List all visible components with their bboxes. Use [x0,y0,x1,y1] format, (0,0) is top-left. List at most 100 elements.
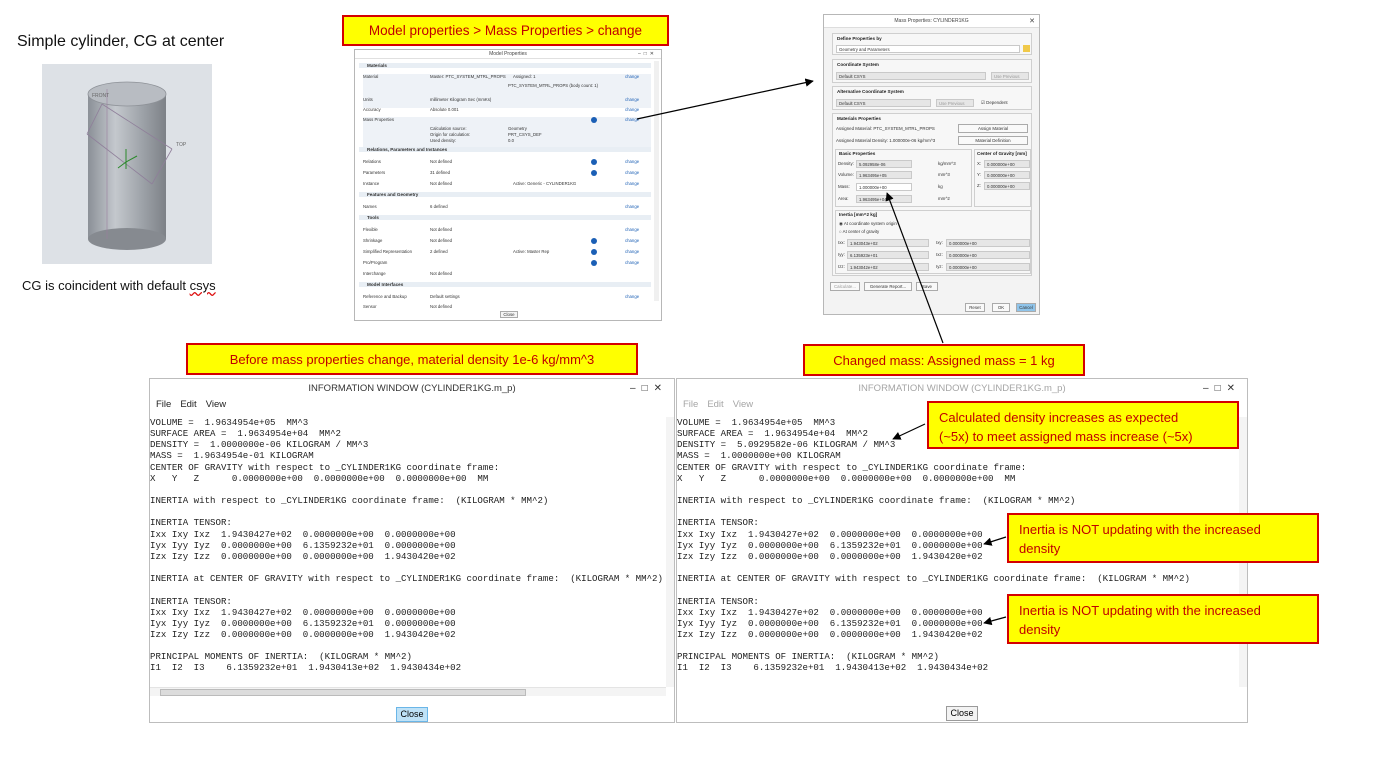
window-controls[interactable]: –□✕ [1203,379,1241,399]
units-value: millimeter Kilogram Sec (mmKs) [430,97,492,102]
section-materials-label: Materials [367,63,387,68]
alt-csys-use-previous[interactable]: Use Previous [936,99,974,107]
horizontal-scrollbar[interactable] [150,687,666,696]
generate-report-button[interactable]: Generate Report... [864,282,912,291]
instance-change-link[interactable]: change [625,181,639,186]
parameters-change-link[interactable]: change [625,170,639,175]
help-icon[interactable] [591,117,597,123]
calculate-button[interactable]: Calculate... [830,282,860,291]
cancel-button[interactable]: Cancel [1016,303,1036,312]
section-tools[interactable]: Tools [359,215,651,220]
close-button[interactable]: Close [946,706,978,721]
density-field[interactable]: 5.092958e-06 [856,160,912,168]
section-tools-label: Tools [367,215,379,220]
accuracy-label: Accuracy [363,107,381,112]
save-dropdown[interactable]: Save [916,282,938,291]
window-controls[interactable]: –□✕ [638,50,657,59]
define-by-select[interactable]: Geometry and Parameters [836,45,1020,53]
accuracy-change-link[interactable]: change [625,107,639,112]
assign-material-button[interactable]: Assign Material [958,124,1028,133]
names-change-link[interactable]: change [625,204,639,209]
dependent-checkbox[interactable]: ☑ Dependent [981,100,1008,106]
cg-z-field[interactable]: 0.000000e+00 [984,182,1030,190]
vertical-scrollbar[interactable] [666,417,674,687]
mass-properties-change-link[interactable]: change [625,117,639,122]
simplified-change-link[interactable]: change [625,249,639,254]
help-icon[interactable] [591,238,597,244]
ixx-field[interactable]: 1.943043e+02 [847,239,929,247]
proprogram-label: Pro/Program [363,260,388,265]
menu-edit[interactable]: Edit [707,399,723,410]
csys-field[interactable]: Default CSYS [836,72,986,80]
folder-icon[interactable] [1023,45,1030,52]
info-line: INERTIA at CENTER OF GRAVITY with respec… [677,573,1190,585]
section-materials[interactable]: Materials [359,63,651,68]
material-extra: Assigned: 1 [513,74,536,79]
shrinkage-label: Shrinkage [363,238,383,243]
window-controls[interactable]: –□✕ [630,379,668,399]
close-button[interactable]: Close [396,707,428,722]
cylinder-heading: Simple cylinder, CG at center [17,33,225,50]
help-icon[interactable] [591,170,597,176]
iyy-field[interactable]: 6.135923e+01 [847,251,929,259]
iyz-field[interactable]: 0.000000e+00 [946,263,1030,271]
material-label: Material [363,74,379,79]
assigned-density: Assigned Material Density: 1.000000e-06 … [836,138,935,143]
cylinder-caption: CG is coincident with default csys [22,278,216,293]
section-interfaces[interactable]: Model Interfaces [359,282,651,287]
menu-view[interactable]: View [733,399,753,410]
volume-field[interactable]: 1.963495e+05 [856,171,912,179]
material-change-link[interactable]: change [625,74,639,79]
close-icon[interactable]: ✕ [1029,15,1035,28]
units-change-link[interactable]: change [625,97,639,102]
csys-use-previous[interactable]: Use Previous [991,72,1029,80]
ixy-field[interactable]: 0.000000e+00 [946,239,1030,247]
help-icon[interactable] [591,159,597,165]
info-window-titlebar: INFORMATION WINDOW (CYLINDER1KG.m_p) –□✕ [677,379,1247,399]
cg-y-field[interactable]: 0.000000e+00 [984,171,1030,179]
radio-csys-origin[interactable]: ◉ At coordinate system origin [839,221,897,227]
info-line: SURFACE AREA = 1.9634954e+04 MM^2 [150,428,341,440]
ixz-field[interactable]: 0.000000e+00 [946,251,1030,259]
materials-group: Materials Properties Assigned Material: … [832,113,1032,276]
info-window-titlebar: INFORMATION WINDOW (CYLINDER1KG.m_p) –□✕ [150,379,674,399]
close-button[interactable]: Close [500,311,518,318]
menu-file[interactable]: File [156,399,171,410]
reset-button[interactable]: Reset [965,303,985,312]
info-line: INERTIA TENSOR: [150,595,232,607]
menu-file[interactable]: File [683,399,698,410]
relations-change-link[interactable]: change [625,159,639,164]
izz-field[interactable]: 1.943042e+02 [847,263,929,271]
section-relations[interactable]: Relations, Parameters and Instances [359,147,651,152]
sensor-value: Not defined [430,304,452,309]
section-features[interactable]: Features and Geometry [359,192,651,197]
ixx-label: Ixx: [838,240,845,245]
area-field[interactable]: 1.963495e+04 [856,195,912,203]
info-line: INERTIA TENSOR: [150,517,232,529]
flexible-change-link[interactable]: change [625,227,639,232]
help-icon[interactable] [591,260,597,266]
arrow-to-mass-dialog [636,78,814,120]
scroll-thumb[interactable] [160,689,526,696]
help-icon[interactable] [591,249,597,255]
menu-view[interactable]: View [206,399,226,410]
mass-field[interactable]: 1.000000e+00 [856,183,912,191]
cg-group: Center of Gravity [mm] X: 0.000000e+00 Y… [974,149,1031,207]
shrinkage-change-link[interactable]: change [625,238,639,243]
alt-csys-field[interactable]: Default CSYS [836,99,931,107]
instance-value: Not defined [430,181,452,186]
info-line: Ixx Ixy Ixz 1.9430427e+02 0.0000000e+00 … [150,606,456,618]
section-relations-label: Relations, Parameters and Instances [367,147,448,152]
cg-x-field[interactable]: 0.000000e+00 [984,160,1030,168]
proprogram-change-link[interactable]: change [625,260,639,265]
inertia-2-line1: Inertia is NOT updating with the increas… [1019,603,1261,618]
material-definition-button[interactable]: Material Definition [958,136,1028,145]
materials-label: Materials Properties [837,116,881,121]
info-text-area[interactable]: VOLUME = 1.9634954e+05 MM^3 SURFACE AREA … [150,417,666,685]
radio-center-gravity[interactable]: ○ At center of gravity [839,229,879,234]
radio-csys-label: At coordinate system origin [843,221,897,226]
reference-change-link[interactable]: change [625,294,639,299]
ok-button[interactable]: OK [992,303,1010,312]
menu-edit[interactable]: Edit [180,399,196,410]
vertical-scrollbar[interactable] [654,61,659,301]
